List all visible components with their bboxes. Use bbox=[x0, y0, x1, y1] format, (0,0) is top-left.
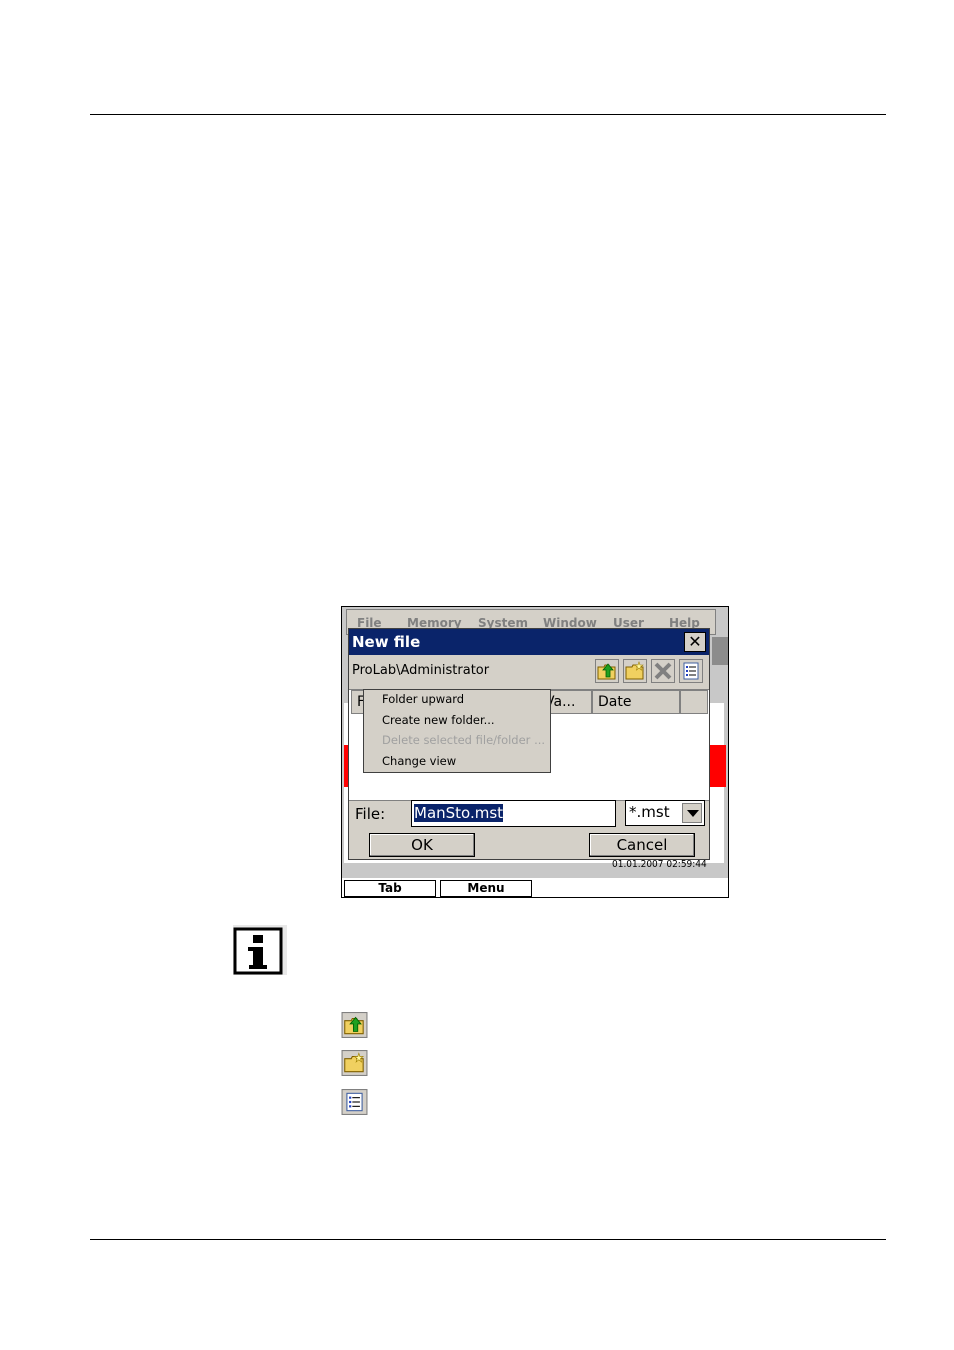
menu-softkey[interactable]: Menu bbox=[440, 880, 532, 897]
create-folder-icon bbox=[341, 1050, 368, 1076]
menu-item-change-view[interactable]: Change view bbox=[382, 754, 456, 768]
header-rule bbox=[90, 114, 886, 115]
file-label: File: bbox=[355, 805, 386, 823]
ok-button[interactable]: OK bbox=[369, 833, 475, 857]
file-name-value: ManSto.mst bbox=[414, 804, 504, 822]
chevron-down-icon[interactable] bbox=[682, 803, 702, 823]
cancel-button[interactable]: Cancel bbox=[589, 833, 695, 857]
close-button[interactable]: ✕ bbox=[684, 632, 706, 652]
info-icon bbox=[233, 925, 287, 975]
change-view-icon bbox=[341, 1089, 368, 1115]
menu-item-create-folder[interactable]: Create new folder... bbox=[382, 713, 495, 727]
dialog-titlebar: New file ✕ bbox=[349, 629, 709, 655]
menu-item-delete: Delete selected file/folder ... bbox=[382, 733, 546, 747]
create-folder-icon[interactable] bbox=[623, 659, 647, 683]
column-header-extra[interactable] bbox=[680, 690, 708, 714]
tab-softkey[interactable]: Tab bbox=[344, 880, 436, 897]
current-path: ProLab\Administrator bbox=[352, 663, 490, 678]
softkey-bar: Tab Menu bbox=[342, 878, 728, 897]
delete-icon[interactable] bbox=[651, 659, 675, 683]
folder-upward-icon bbox=[341, 1012, 368, 1038]
device-screenshot: File Memory System Window User Help 01.0… bbox=[341, 606, 729, 898]
context-menu: Folder upward Create new folder... Delet… bbox=[363, 689, 551, 773]
file-type-select[interactable]: *.mst bbox=[625, 800, 705, 826]
folder-upward-icon[interactable] bbox=[595, 659, 619, 683]
new-file-dialog: New file ✕ ProLab\Administrator F Va... … bbox=[348, 628, 710, 860]
footer-rule bbox=[90, 1239, 886, 1240]
background-red-marker-right bbox=[710, 745, 726, 787]
file-name-input[interactable]: ManSto.mst bbox=[411, 800, 616, 827]
background-scroll-tab bbox=[712, 637, 728, 665]
status-time: 01.01.2007 02:59:44 bbox=[612, 859, 707, 870]
dialog-title: New file bbox=[352, 633, 421, 651]
change-view-icon[interactable] bbox=[679, 659, 703, 683]
column-header-date[interactable]: Date bbox=[592, 690, 680, 714]
file-type-value: *.mst bbox=[629, 803, 670, 821]
menu-item-folder-upward[interactable]: Folder upward bbox=[382, 692, 464, 706]
